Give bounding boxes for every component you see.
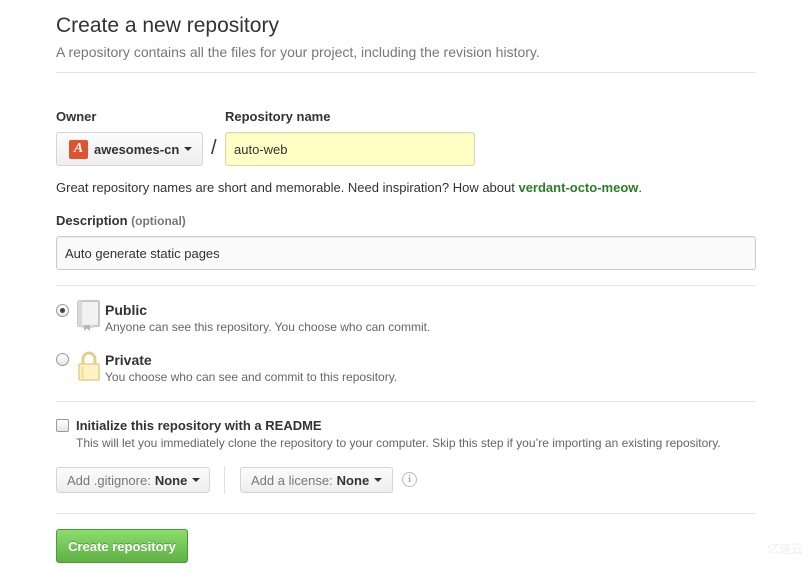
optional-note: (optional) bbox=[131, 214, 186, 228]
private-option-desc: You choose who can see and commit to thi… bbox=[105, 370, 398, 384]
avatar: A bbox=[69, 139, 88, 159]
repository-name-label: Repository name bbox=[225, 109, 331, 124]
readme-checkbox[interactable] bbox=[56, 419, 69, 432]
description-label: Description (optional) bbox=[56, 213, 186, 228]
public-option-title: Public bbox=[105, 302, 148, 318]
name-hint: Great repository names are short and mem… bbox=[56, 180, 642, 195]
gitignore-dropdown[interactable]: Add .gitignore: None bbox=[56, 467, 210, 493]
readme-desc: This will let you immediately clone the … bbox=[76, 436, 721, 450]
caret-down-icon bbox=[374, 478, 383, 482]
repo-book-icon bbox=[77, 300, 100, 331]
divider bbox=[56, 513, 756, 514]
readme-title: Initialize this repository with a README bbox=[76, 418, 322, 433]
caret-down-icon bbox=[184, 147, 193, 151]
description-label-text: Description bbox=[56, 213, 128, 228]
hint-end: . bbox=[638, 180, 642, 195]
create-repository-button[interactable]: Create repository bbox=[56, 529, 188, 563]
divider bbox=[56, 285, 756, 286]
private-option-title: Private bbox=[105, 352, 152, 368]
public-radio[interactable] bbox=[56, 304, 69, 317]
watermark: 亿速云 bbox=[766, 542, 803, 556]
license-label: Add a license: bbox=[251, 472, 333, 488]
license-value: None bbox=[336, 472, 370, 488]
owner-name: awesomes-cn bbox=[94, 141, 180, 157]
owner-repo-separator: / bbox=[211, 137, 217, 159]
divider bbox=[224, 466, 225, 494]
repository-name-input[interactable] bbox=[225, 132, 475, 166]
lock-icon bbox=[78, 351, 100, 381]
divider bbox=[56, 72, 756, 73]
page-title: Create a new repository bbox=[56, 14, 279, 37]
description-input[interactable] bbox=[56, 236, 756, 270]
hint-text: Great repository names are short and mem… bbox=[56, 180, 519, 195]
info-icon[interactable]: i bbox=[402, 472, 417, 487]
private-radio[interactable] bbox=[56, 353, 69, 366]
divider bbox=[56, 401, 756, 402]
license-dropdown[interactable]: Add a license: None bbox=[240, 467, 393, 493]
name-suggestion-link[interactable]: verdant-octo-meow bbox=[518, 180, 638, 195]
page-subtitle: A repository contains all the files for … bbox=[56, 44, 540, 60]
gitignore-value: None bbox=[154, 472, 188, 488]
owner-label: Owner bbox=[56, 109, 97, 124]
caret-down-icon bbox=[192, 478, 201, 482]
owner-dropdown[interactable]: A awesomes-cn bbox=[56, 132, 203, 166]
public-option-desc: Anyone can see this repository. You choo… bbox=[105, 320, 431, 334]
gitignore-label: Add .gitignore: bbox=[67, 472, 151, 488]
